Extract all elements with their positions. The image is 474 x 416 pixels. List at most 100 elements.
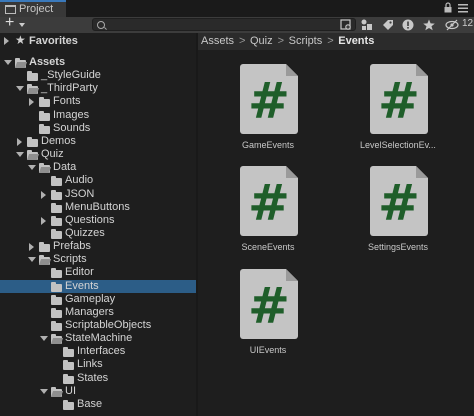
hash-glyph: # bbox=[378, 174, 420, 232]
tree-item-label: StateMachine bbox=[65, 332, 133, 345]
folder-icon bbox=[51, 307, 62, 318]
favorites-label: Favorites bbox=[29, 35, 78, 47]
asset-tile[interactable]: # GameEvents bbox=[198, 50, 308, 150]
tree-item-label: Events bbox=[65, 279, 99, 292]
tree-item-prefabs[interactable]: Prefabs bbox=[0, 240, 196, 253]
add-button[interactable]: + bbox=[2, 14, 28, 33]
breadcrumb-item[interactable]: Events bbox=[338, 35, 374, 47]
expand-arrow-icon[interactable] bbox=[17, 137, 22, 146]
folder-icon bbox=[63, 399, 74, 410]
asset-name: UIEvents bbox=[249, 345, 287, 355]
tree-item-label: Assets bbox=[29, 56, 66, 68]
tree-item-scriptableobjects[interactable]: ScriptableObjects bbox=[0, 319, 196, 332]
folder-open-icon bbox=[51, 334, 62, 345]
chevron-down-icon bbox=[19, 23, 25, 27]
breadcrumb: Assets > Quiz > Scripts > Events bbox=[198, 33, 474, 50]
tree-item-label: Sounds bbox=[53, 121, 91, 134]
csharp-script-icon: # bbox=[370, 64, 428, 134]
tree-item-links[interactable]: Links bbox=[0, 358, 196, 371]
asset-tile[interactable]: # UIEvents bbox=[198, 255, 308, 355]
tree-item-quizzes[interactable]: Quizzes bbox=[0, 227, 196, 240]
tree-item-quiz[interactable]: Quiz bbox=[0, 148, 196, 161]
lock-icon[interactable] bbox=[444, 2, 452, 13]
tree-item-base[interactable]: Base bbox=[0, 398, 196, 411]
tree-item-gameplay[interactable]: Gameplay bbox=[0, 293, 196, 306]
search-by-label-icon[interactable] bbox=[359, 17, 375, 33]
tree-item-editor[interactable]: Editor bbox=[0, 266, 196, 279]
tree-item-fonts[interactable]: Fonts bbox=[0, 95, 196, 108]
tree-item-statemachine[interactable]: StateMachine bbox=[0, 332, 196, 345]
tree-item-data[interactable]: Data bbox=[0, 161, 196, 174]
breadcrumb-item[interactable]: Assets bbox=[201, 35, 234, 47]
tag-icon[interactable] bbox=[380, 17, 396, 33]
folder-icon bbox=[51, 281, 62, 292]
folder-icon bbox=[51, 176, 62, 187]
folder-icon bbox=[51, 215, 62, 226]
tree-item-label: Audio bbox=[65, 174, 94, 187]
expand-arrow-icon[interactable] bbox=[4, 37, 9, 45]
tree-item-label: _ThirdParty bbox=[41, 82, 98, 95]
tree-item-label: Prefabs bbox=[53, 240, 91, 253]
tree-item-json[interactable]: JSON bbox=[0, 188, 196, 201]
folder-open-icon bbox=[27, 150, 38, 161]
folder-icon bbox=[51, 268, 62, 279]
breadcrumb-item[interactable]: Quiz bbox=[250, 35, 273, 47]
tree-item-label: MenuButtons bbox=[65, 200, 130, 213]
collapse-arrow-icon[interactable] bbox=[4, 60, 12, 65]
hash-glyph: # bbox=[248, 174, 290, 232]
tree-item-questions[interactable]: Questions bbox=[0, 214, 196, 227]
folder-icon bbox=[51, 189, 62, 200]
tree-item-sounds[interactable]: Sounds bbox=[0, 122, 196, 135]
folder-icon bbox=[63, 347, 74, 358]
tree-item-label: Managers bbox=[65, 305, 114, 318]
tree-item-ui[interactable]: UI bbox=[0, 385, 196, 398]
tree-item-assets[interactable]: Assets bbox=[0, 56, 196, 69]
warning-icon[interactable] bbox=[400, 17, 416, 33]
search-by-type-icon[interactable] bbox=[338, 17, 354, 33]
tree-item-label: Base bbox=[77, 397, 103, 410]
tree-item-images[interactable]: Images bbox=[0, 109, 196, 122]
tree-item-thirdparty[interactable]: _ThirdParty bbox=[0, 82, 196, 95]
favorites-row[interactable]: ★ Favorites bbox=[0, 33, 196, 50]
tree-item-menubuttons[interactable]: MenuButtons bbox=[0, 201, 196, 214]
tree-item-managers[interactable]: Managers bbox=[0, 306, 196, 319]
collapse-arrow-icon[interactable] bbox=[16, 152, 24, 158]
asset-tile[interactable]: # SettingsEvents bbox=[328, 152, 438, 252]
tree-item-states[interactable]: States bbox=[0, 372, 196, 385]
search-input[interactable] bbox=[107, 19, 347, 30]
tree-item-styleguide[interactable]: _StyleGuide bbox=[0, 69, 196, 82]
tree-item-demos[interactable]: Demos bbox=[0, 135, 196, 148]
csharp-script-icon: # bbox=[370, 166, 428, 236]
asset-tile[interactable]: # LevelSelectionEv... bbox=[328, 50, 438, 150]
collapse-arrow-icon[interactable] bbox=[40, 336, 48, 342]
folder-icon bbox=[63, 360, 74, 371]
collapse-arrow-icon[interactable] bbox=[28, 165, 36, 171]
tree-item-label: Interfaces bbox=[77, 345, 126, 358]
breadcrumb-item[interactable]: Scripts bbox=[289, 35, 323, 47]
folder-icon bbox=[39, 242, 50, 253]
folder-open-icon bbox=[51, 386, 62, 397]
tree-item-events[interactable]: Events bbox=[0, 279, 196, 293]
asset-tile[interactable]: # SceneEvents bbox=[198, 152, 308, 252]
hidden-packages-icon[interactable] bbox=[444, 17, 460, 33]
expand-arrow-icon[interactable] bbox=[41, 190, 46, 199]
tree-item-label: Links bbox=[77, 358, 103, 371]
expand-arrow-icon[interactable] bbox=[29, 98, 34, 107]
kebab-menu-icon[interactable] bbox=[458, 4, 468, 13]
folder-icon bbox=[39, 110, 50, 121]
expand-arrow-icon[interactable] bbox=[29, 243, 34, 252]
search-field[interactable] bbox=[92, 18, 356, 31]
tree-item-audio[interactable]: Audio bbox=[0, 174, 196, 187]
folder-open-icon bbox=[39, 255, 50, 266]
hash-glyph: # bbox=[248, 277, 290, 335]
tab-project-label: Project bbox=[19, 3, 54, 15]
folder-icon bbox=[39, 123, 50, 134]
hash-glyph: # bbox=[378, 72, 420, 130]
collapse-arrow-icon[interactable] bbox=[16, 86, 24, 92]
collapse-arrow-icon[interactable] bbox=[28, 257, 36, 263]
expand-arrow-icon[interactable] bbox=[41, 216, 46, 225]
tree-item-scripts[interactable]: Scripts bbox=[0, 253, 196, 266]
tree-item-interfaces[interactable]: Interfaces bbox=[0, 345, 196, 358]
collapse-arrow-icon[interactable] bbox=[40, 388, 48, 394]
favorite-star-icon[interactable] bbox=[421, 17, 437, 33]
